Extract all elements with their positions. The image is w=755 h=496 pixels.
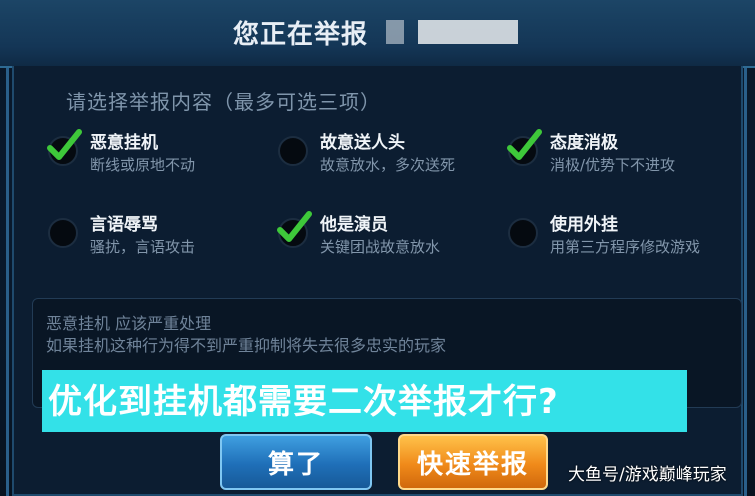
checkbox-negative[interactable] xyxy=(507,129,542,166)
watermark: 大鱼号/游戏巅峰玩家 xyxy=(568,465,727,485)
check-icon xyxy=(277,211,312,242)
checkbox-verbal-abuse[interactable] xyxy=(48,218,78,248)
redacted-name-part xyxy=(386,20,404,44)
checkbox-actor[interactable] xyxy=(277,211,312,248)
option-desc: 故意放水，多次送死 xyxy=(320,156,456,174)
comment-line-1: 恶意挂机 应该严重处理 xyxy=(46,314,212,333)
dialog-title: 您正在举报 xyxy=(233,20,369,50)
comment-line-2: 如果挂机这种行为得不到严重抑制将失去很多忠实的玩家 xyxy=(46,336,447,355)
option-desc: 用第三方程序修改游戏 xyxy=(550,238,701,256)
check-icon xyxy=(507,129,542,160)
checkbox-feeding[interactable] xyxy=(278,136,308,166)
option-desc: 骚扰，言语攻击 xyxy=(90,238,196,256)
option-title: 恶意挂机 xyxy=(90,133,158,153)
checkbox-afk[interactable] xyxy=(47,129,82,166)
option-desc: 关键团战故意放水 xyxy=(320,238,441,256)
option-title: 他是演员 xyxy=(320,215,388,235)
checkbox-cheating[interactable] xyxy=(508,218,538,248)
check-icon xyxy=(47,129,82,160)
dialog-header xyxy=(0,0,755,68)
option-title: 使用外挂 xyxy=(550,215,618,235)
option-title: 故意送人头 xyxy=(320,133,405,153)
option-title: 态度消极 xyxy=(550,133,618,153)
option-desc: 断线或原地不动 xyxy=(90,156,196,174)
option-title: 言语辱骂 xyxy=(90,215,158,235)
caption-text: 优化到挂机都需要二次举报才行? xyxy=(48,382,559,422)
option-desc: 消极/优势下不进攻 xyxy=(550,156,676,174)
redacted-name xyxy=(418,20,518,44)
cancel-button[interactable]: 算了 xyxy=(220,434,372,490)
quick-report-button[interactable]: 快速举报 xyxy=(398,434,548,490)
dialog-subtitle: 请选择举报内容（最多可选三项） xyxy=(66,90,381,114)
